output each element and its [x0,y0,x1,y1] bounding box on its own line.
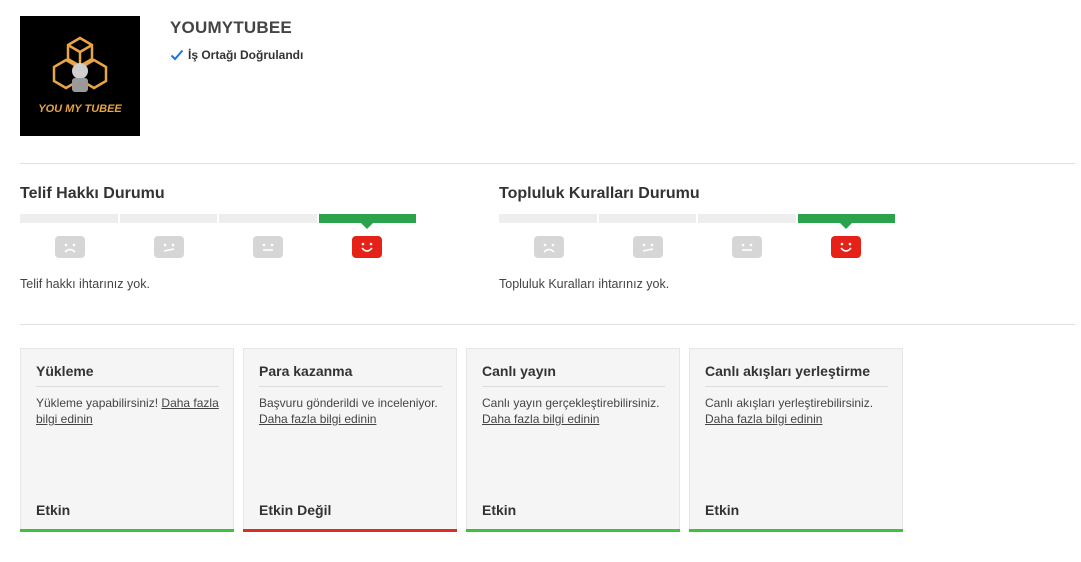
card-desc-text: Yükleme yapabilirsiniz! [36,396,159,410]
strike-bar [119,214,217,223]
card-desc-text: Başvuru gönderildi ve inceleniyor. [259,396,438,410]
card-status: Etkin [36,502,71,518]
cubes-logo-icon: YOU MY TUBEE [38,36,122,115]
strike-bar [20,214,118,223]
copyright-status-title: Telif Hakkı Durumu [20,185,165,202]
card-title: Canlı akışları yerleştirme [705,363,888,387]
verified-label: İş Ortağı Doğrulandı [188,48,304,62]
sad-face-icon [533,236,564,258]
neutral-face-icon [632,236,663,258]
strike-bar-active [797,214,895,229]
community-face-row [499,236,895,260]
community-status-section: Topluluk Kuralları Durumu Topluluk Kural… [499,184,899,299]
sad-face-icon [54,236,85,258]
community-status-message: Topluluk Kuralları ihtarınız yok. [499,277,670,291]
card-description: Başvuru gönderildi ve inceleniyor. Daha … [259,395,449,427]
status-bar [243,529,457,532]
card-status: Etkin [482,502,517,518]
feature-card-monetization: Para kazanma Başvuru gönderildi ve incel… [243,348,457,532]
card-desc-text: Canlı yayın gerçekleştirebilirsiniz. [482,396,660,410]
verified-status: İş Ortağı Doğrulandı [170,48,303,62]
neutral-face-icon [731,236,762,258]
feature-card-embed-live: Canlı akışları yerleştirme Canlı akışlar… [689,348,903,532]
community-strike-meter [499,214,895,229]
happy-face-icon [830,236,861,258]
copyright-strike-meter [20,214,416,229]
logo-wordmark: YOU MY TUBEE [38,103,122,115]
strike-bar [698,214,796,223]
copyright-status-section: Telif Hakkı Durumu Telif hakkı ihtarınız… [20,184,420,299]
learn-more-link[interactable]: Daha fazla bilgi edinin [259,412,376,426]
card-title: Canlı yayın [482,363,665,387]
community-status-title: Topluluk Kuralları Durumu [499,185,700,202]
happy-face-icon [351,236,382,258]
card-description: Yükleme yapabilirsiniz! Daha fazla bilgi… [36,395,226,427]
card-title: Para kazanma [259,363,442,387]
channel-name: YOUMYTUBEE [170,18,292,37]
learn-more-link[interactable]: Daha fazla bilgi edinin [705,412,822,426]
channel-header: YOU MY TUBEE YOUMYTUBEE İş Ortağı Doğrul… [20,16,1075,136]
card-description: Canlı akışları yerleştirebilirsiniz. Dah… [705,395,895,427]
card-desc-text: Canlı akışları yerleştirebilirsiniz. [705,396,874,410]
status-bar [20,529,234,532]
status-bar [466,529,680,532]
checkmark-icon [170,49,184,61]
card-description: Canlı yayın gerçekleştirebilirsiniz. Dah… [482,395,672,427]
strike-bar [598,214,696,223]
feature-card-live-streaming: Canlı yayın Canlı yayın gerçekleştirebil… [466,348,680,532]
feature-card-upload: Yükleme Yükleme yapabilirsiniz! Daha faz… [20,348,234,532]
strike-bar [499,214,597,223]
divider [20,324,1075,325]
strike-bar [219,214,317,223]
feature-cards: Yükleme Yükleme yapabilirsiniz! Daha faz… [20,348,903,532]
strike-bar-active [318,214,416,229]
neutral-face-icon [153,236,184,258]
card-title: Yükleme [36,363,219,387]
status-bar [689,529,903,532]
learn-more-link[interactable]: Daha fazla bilgi edinin [482,412,599,426]
divider [20,163,1075,164]
card-status: Etkin [705,502,740,518]
neutral-face-icon [252,236,283,258]
copyright-face-row [20,236,416,260]
copyright-status-message: Telif hakkı ihtarınız yok. [20,277,150,291]
card-status: Etkin Değil [259,502,332,518]
channel-logo[interactable]: YOU MY TUBEE [20,16,140,136]
